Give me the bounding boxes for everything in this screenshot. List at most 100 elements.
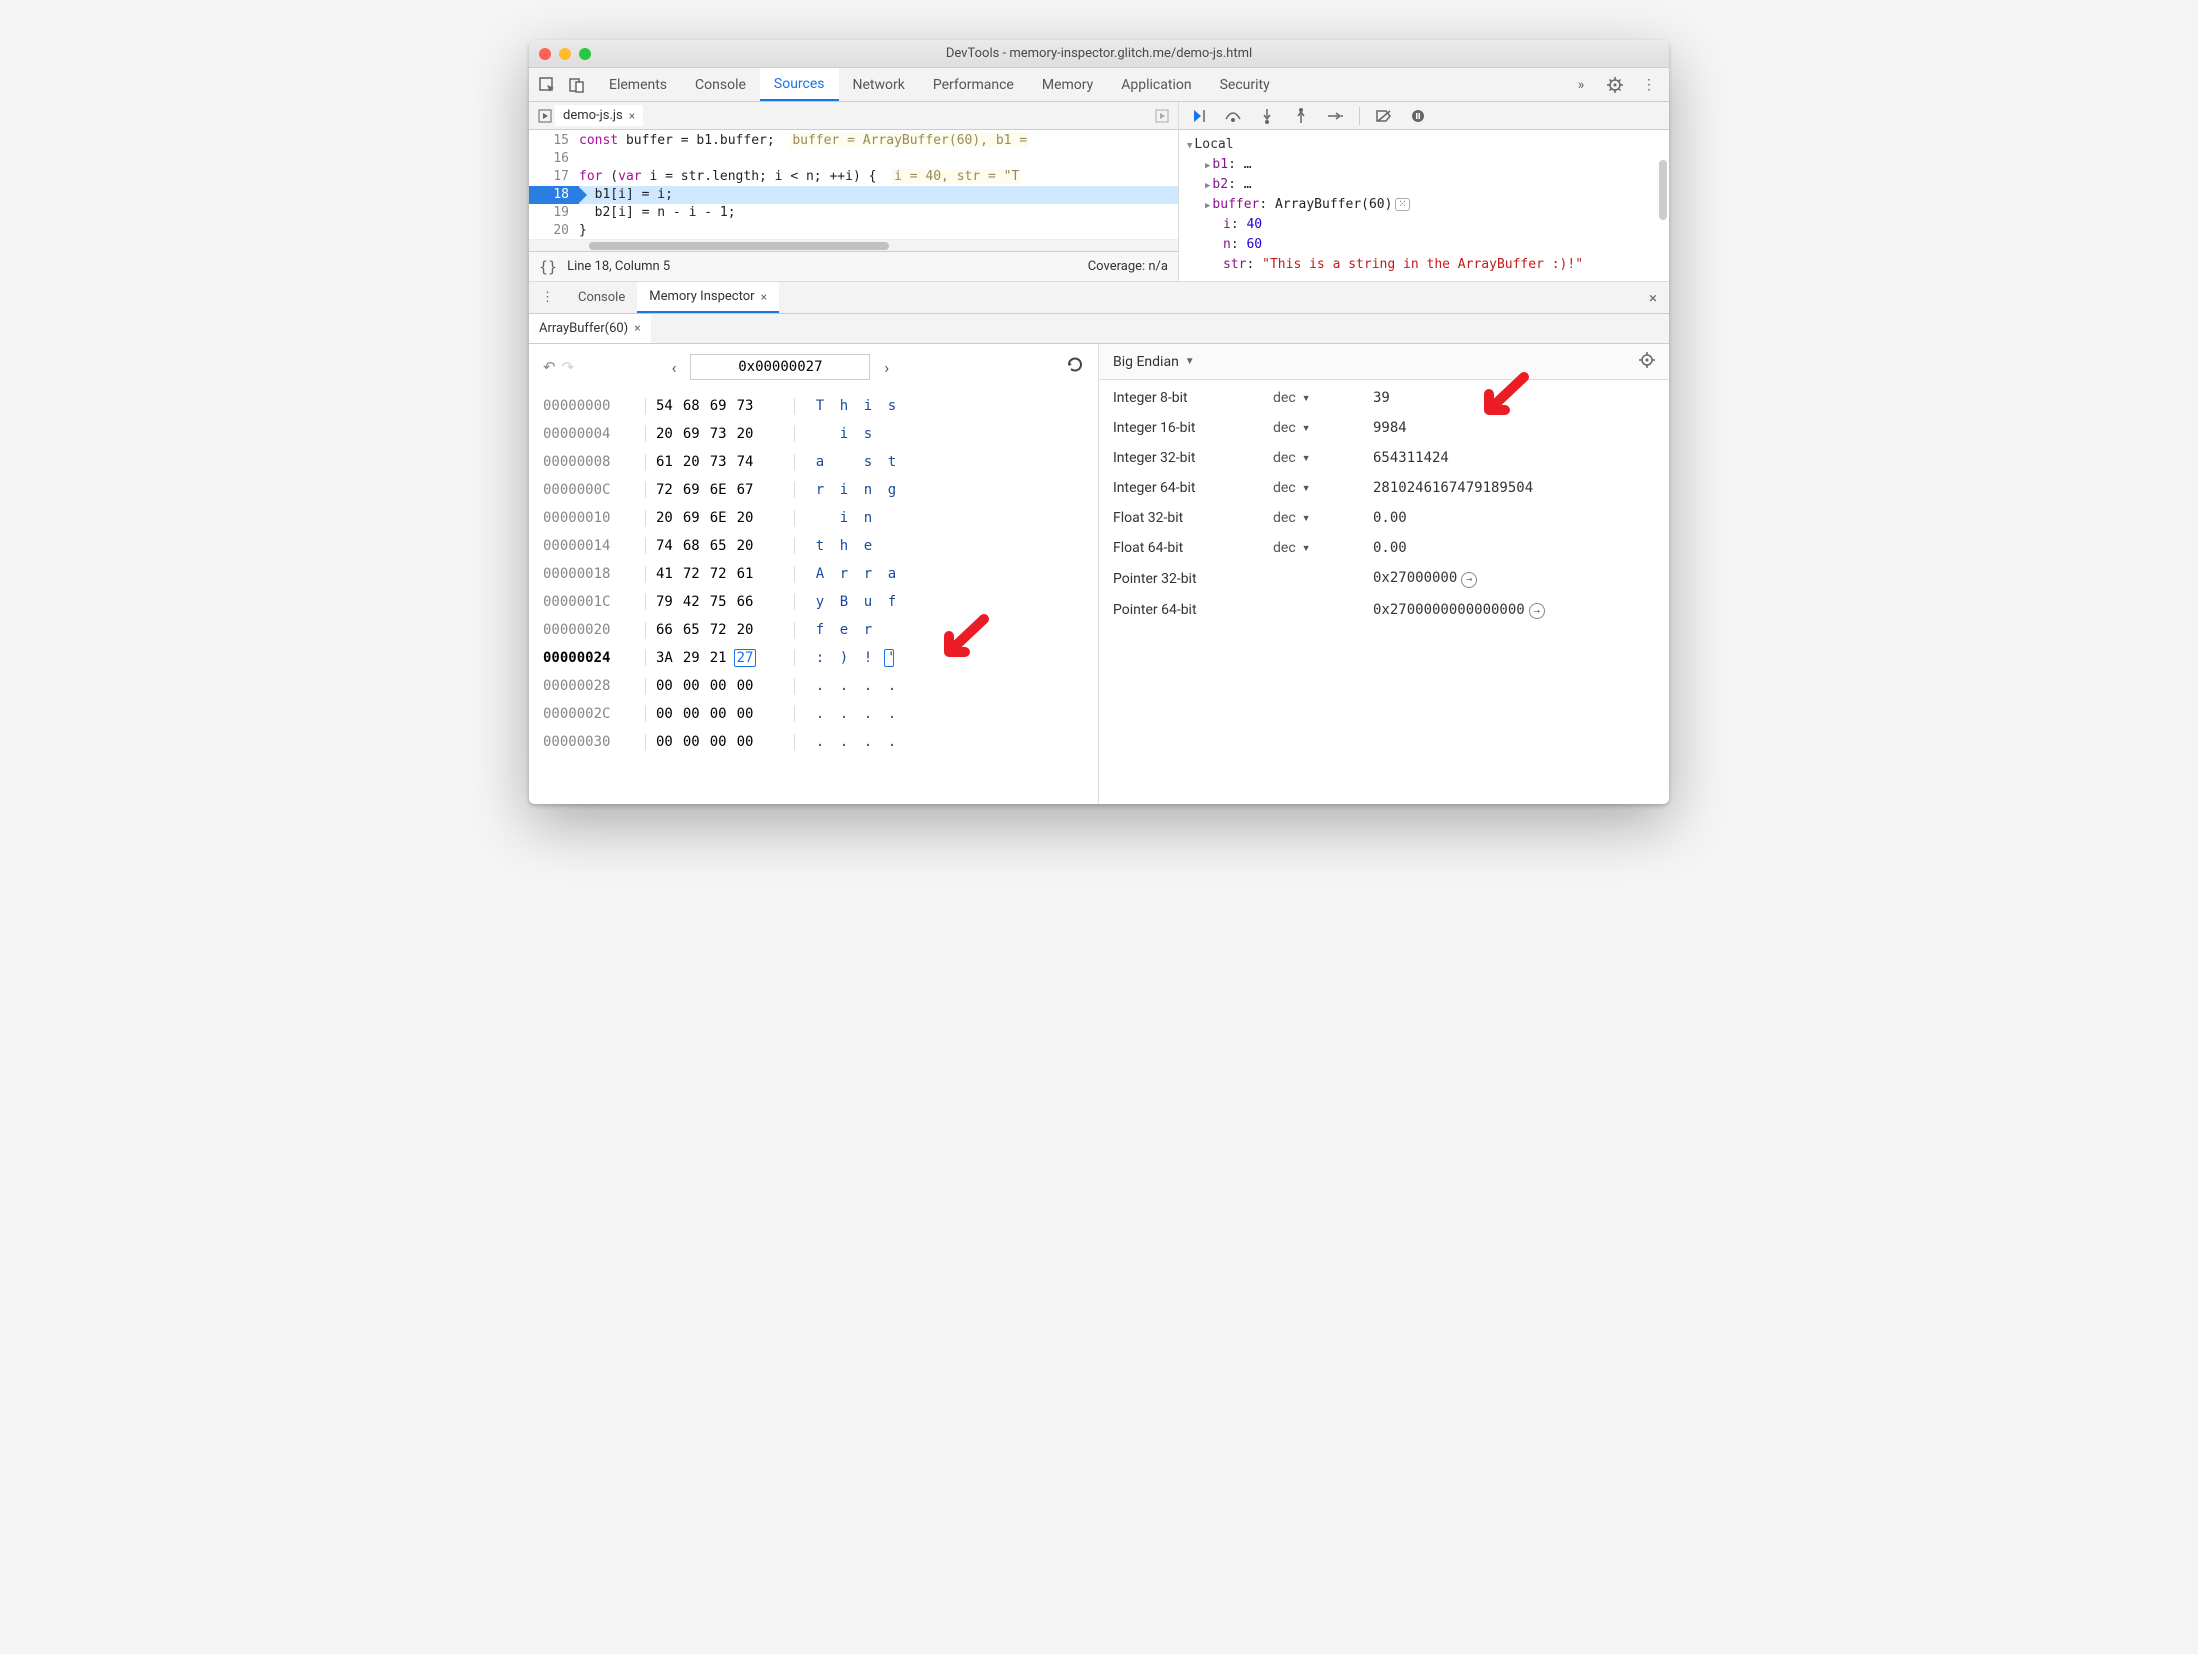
hex-row[interactable]: 0000000420697320 is [543, 420, 1084, 448]
hex-ascii-char[interactable]: s [863, 426, 873, 442]
hex-row[interactable]: 0000001841727261Arra [543, 560, 1084, 588]
window-minimize-button[interactable] [559, 48, 571, 60]
hex-ascii-char[interactable]: . [815, 706, 825, 722]
deactivate-breakpoints-icon[interactable] [1374, 106, 1394, 126]
hex-ascii-char[interactable]: ) [839, 650, 849, 666]
hex-byte[interactable]: 00 [656, 678, 673, 694]
device-toggle-icon[interactable] [567, 75, 587, 95]
line-number[interactable]: 16 [529, 150, 579, 168]
hex-byte[interactable]: 00 [737, 734, 754, 750]
close-file-tab-icon[interactable]: × [629, 109, 635, 123]
hex-byte[interactable]: 66 [656, 622, 673, 638]
file-tab-demo-js[interactable]: demo-js.js × [555, 105, 643, 126]
hex-ascii-char[interactable]: a [815, 454, 825, 470]
tabs-overflow-button[interactable]: » [1571, 75, 1591, 95]
close-memory-tab-icon[interactable]: × [634, 321, 640, 335]
hex-byte[interactable]: 42 [683, 594, 700, 610]
hex-byte[interactable]: 20 [737, 622, 754, 638]
hex-byte[interactable]: 69 [683, 510, 700, 526]
panel-tab-memory[interactable]: Memory [1028, 68, 1107, 101]
hex-row[interactable]: 0000001C79427566yBuf [543, 588, 1084, 616]
hex-ascii-char[interactable] [887, 510, 897, 526]
hex-byte[interactable]: 69 [710, 398, 727, 414]
hex-byte[interactable]: 72 [683, 566, 700, 582]
hex-byte[interactable]: 67 [737, 482, 754, 498]
hex-ascii-char[interactable]: h [839, 398, 849, 414]
hex-ascii-char[interactable]: r [863, 622, 873, 638]
interpretation-format-selector[interactable]: dec▼ [1273, 540, 1363, 556]
step-over-icon[interactable] [1223, 106, 1243, 126]
drawer-tab-console[interactable]: Console [566, 282, 637, 313]
hex-byte[interactable]: 00 [683, 678, 700, 694]
hex-byte[interactable]: 79 [656, 594, 673, 610]
line-number[interactable]: 15 [529, 132, 579, 150]
code-horizontal-scrollbar[interactable] [529, 239, 1178, 251]
disclosure-triangle-icon[interactable] [1205, 197, 1210, 212]
hex-ascii-char[interactable]: f [887, 594, 897, 610]
window-close-button[interactable] [539, 48, 551, 60]
hex-byte[interactable]: 73 [710, 426, 727, 442]
hex-byte[interactable]: 73 [737, 398, 754, 414]
hex-byte[interactable]: 00 [683, 706, 700, 722]
hex-byte[interactable]: 00 [737, 678, 754, 694]
step-out-icon[interactable] [1291, 106, 1311, 126]
hex-byte[interactable]: 20 [737, 426, 754, 442]
scope-variable[interactable]: str: "This is a string in the ArrayBuffe… [1187, 254, 1669, 274]
code-body[interactable]: 15const buffer = b1.buffer; buffer = Arr… [529, 130, 1178, 239]
interpretation-settings-icon[interactable] [1639, 352, 1655, 372]
hex-ascii-char[interactable]: t [815, 538, 825, 554]
hex-row[interactable]: 0000003000000000.... [543, 728, 1084, 756]
hex-byte[interactable]: 6E [710, 482, 727, 498]
scope-variable[interactable]: buffer: ArrayBuffer(60)⁙ [1187, 194, 1669, 214]
hex-byte[interactable]: 73 [710, 454, 727, 470]
hex-byte[interactable]: 20 [683, 454, 700, 470]
hex-ascii-char[interactable]: B [839, 594, 849, 610]
hex-byte[interactable]: 68 [683, 538, 700, 554]
line-number[interactable]: 18 [529, 186, 579, 204]
scope-body[interactable]: Localb1: …b2: …buffer: ArrayBuffer(60)⁙i… [1179, 130, 1669, 281]
inspect-element-icon[interactable] [537, 75, 557, 95]
hex-ascii-char[interactable]: : [815, 650, 825, 666]
code-line[interactable]: 16 [529, 150, 1178, 168]
hex-ascii-char[interactable]: a [887, 566, 897, 582]
panel-tab-sources[interactable]: Sources [760, 68, 839, 101]
disclosure-triangle-icon[interactable] [1205, 157, 1210, 172]
refresh-icon[interactable] [1066, 356, 1084, 378]
hex-ascii-char[interactable]: u [863, 594, 873, 610]
hex-row[interactable]: 000000243A292127:)!' [543, 644, 1084, 672]
panel-tab-application[interactable]: Application [1107, 68, 1205, 101]
address-input[interactable] [690, 354, 870, 380]
hex-ascii-char[interactable]: . [815, 678, 825, 694]
scope-vertical-scrollbar[interactable] [1659, 160, 1667, 220]
interpretation-format-selector[interactable]: dec▼ [1273, 510, 1363, 526]
hex-ascii-char[interactable] [887, 622, 897, 638]
code-line[interactable]: 20} [529, 222, 1178, 239]
hex-row[interactable]: 0000001020696E20 in [543, 504, 1084, 532]
hex-byte[interactable]: 00 [656, 706, 673, 722]
hex-ascii-char[interactable]: . [863, 734, 873, 750]
hex-ascii-char[interactable]: T [815, 398, 825, 414]
close-drawer-tab-icon[interactable]: × [761, 290, 767, 304]
hex-ascii-char[interactable]: r [815, 482, 825, 498]
scope-variable[interactable]: n: 60 [1187, 234, 1669, 254]
hex-byte[interactable]: 61 [737, 566, 754, 582]
line-number[interactable]: 19 [529, 204, 579, 222]
hex-row[interactable]: 0000001474686520the [543, 532, 1084, 560]
disclosure-triangle-icon[interactable] [1205, 177, 1210, 192]
hex-byte[interactable]: 74 [656, 538, 673, 554]
line-number[interactable]: 17 [529, 168, 579, 186]
hex-byte[interactable]: 72 [656, 482, 673, 498]
address-next-icon[interactable]: › [878, 358, 895, 377]
hex-ascii-char[interactable] [887, 426, 897, 442]
hex-byte[interactable]: 54 [656, 398, 673, 414]
hex-row[interactable]: 0000000C72696E67ring [543, 476, 1084, 504]
hex-ascii-char[interactable]: . [815, 734, 825, 750]
run-snippet-icon[interactable] [535, 106, 555, 126]
hex-ascii-char[interactable]: s [887, 398, 897, 414]
memory-buffer-tab[interactable]: ArrayBuffer(60) × [529, 314, 651, 343]
line-number[interactable]: 20 [529, 222, 579, 239]
hex-byte[interactable]: 00 [710, 678, 727, 694]
pretty-print-icon[interactable]: {} [539, 258, 557, 276]
window-zoom-button[interactable] [579, 48, 591, 60]
hex-ascii-char[interactable]: . [863, 678, 873, 694]
